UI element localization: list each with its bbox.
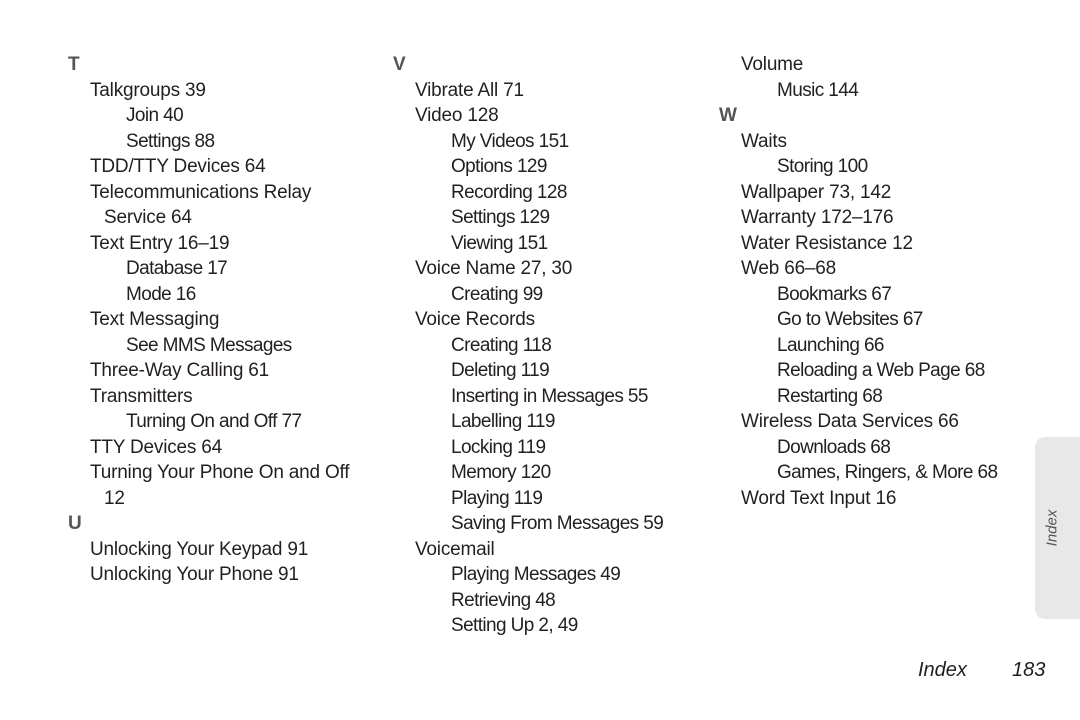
index-subentry: Memory 120	[451, 462, 551, 483]
index-subentry: Restarting 68	[777, 385, 883, 407]
index-subentry: Inserting in Messages 55	[451, 385, 648, 407]
side-tab-label: Index	[1043, 509, 1061, 547]
index-subentry: Music 144	[777, 79, 859, 101]
index-subentry: Settings 88	[126, 130, 215, 152]
index-subentry: Turning On and Off 77	[126, 411, 302, 432]
index-subentry: My Videos 151	[451, 130, 569, 152]
index-subentry: Labelling 119	[451, 411, 555, 432]
index-subentry: Database 17	[126, 258, 228, 279]
index-letter-heading: W	[719, 105, 737, 126]
index-subentry: Locking 119	[451, 436, 546, 458]
index-subentry: Bookmarks 67	[777, 283, 892, 305]
index-entry: Telecommunications Relay	[90, 181, 312, 203]
index-entry: Unlocking Your Keypad 91	[90, 538, 309, 560]
index-entry: Web 66–68	[741, 258, 837, 279]
index-letter-heading: T	[68, 54, 80, 75]
footer-section-label: Index	[918, 659, 967, 681]
index-entry: Video 128	[415, 105, 499, 126]
index-subentry: Playing Messages 49	[451, 564, 621, 585]
page-number: 183	[1012, 659, 1046, 681]
index-entry: Transmitters	[90, 385, 193, 407]
index-subentry: Downloads 68	[777, 436, 891, 458]
index-subentry: Setting Up 2, 49	[451, 615, 578, 636]
index-subentry: Creating 99	[451, 283, 543, 305]
index-entry: Vibrate All 71	[415, 79, 524, 101]
index-entry: TTY Devices 64	[90, 436, 223, 458]
index-entry: Voice Records	[415, 309, 535, 330]
index-entry: Service 64	[104, 207, 192, 228]
index-entry: Word Text Input 16	[741, 487, 897, 509]
index-entry: Warranty 172–176	[741, 207, 894, 228]
index-entry: Waits	[741, 130, 787, 152]
index-entry: Unlocking Your Phone 91	[90, 564, 299, 585]
index-entry: TDD/TTY Devices 64	[90, 156, 266, 177]
index-column-1: T Talkgroups 39 Join 40 Settings 88 TDD/TTY …	[68, 52, 350, 588]
index-entry: 12	[104, 487, 125, 509]
index-entry: Water Resistance 12	[741, 232, 913, 254]
index-letter-heading: U	[68, 513, 82, 534]
index-subentry: Recording 128	[451, 181, 567, 203]
index-subentry: Launching 66	[777, 334, 885, 356]
index-subentry: Playing 119	[451, 487, 543, 509]
index-subentry: Settings 129	[451, 207, 550, 228]
index-entry: Text Entry 16–19	[90, 232, 230, 254]
index-subentry: Creating 118	[451, 334, 552, 356]
index-entry: Volume	[741, 54, 804, 75]
index-column-3: Volume Music 144 W Waits Storing 100 Wallpape…	[719, 52, 998, 511]
index-subentry: Deleting 119	[451, 360, 550, 381]
index-subentry: Options 129	[451, 156, 547, 177]
index-subentry: Reloading a Web Page 68	[777, 360, 985, 381]
index-entry: Voice Name 27, 30	[415, 258, 573, 279]
index-entry: Voicemail	[415, 538, 495, 560]
index-subentry: Storing 100	[777, 156, 868, 177]
index-entry: Talkgroups 39	[90, 79, 206, 101]
index-subentry: Saving From Messages 59	[451, 513, 664, 534]
index-letter-heading: V	[393, 54, 406, 75]
index-subentry: Go to Websites 67	[777, 309, 923, 330]
index-subentry: Mode 16	[126, 283, 196, 305]
index-entry: Three-Way Calling 61	[90, 360, 270, 381]
index-subentry: Viewing 151	[451, 232, 548, 254]
index-subentry: Join 40	[126, 105, 184, 126]
index-subentry: Retrieving 48	[451, 589, 556, 611]
index-subentry: Games, Ringers, & More 68	[777, 462, 998, 483]
index-entry: Turning Your Phone On and Off	[90, 462, 350, 483]
index-entry: Text Messaging	[90, 309, 220, 330]
index-entry: Wallpaper 73, 142	[741, 181, 892, 203]
index-entry: Wireless Data Services 66	[741, 411, 959, 432]
index-column-2: V Vibrate All 71 Video 128 My Videos 151 Opt…	[393, 52, 664, 639]
index-subentry: See MMS Messages	[126, 334, 292, 356]
